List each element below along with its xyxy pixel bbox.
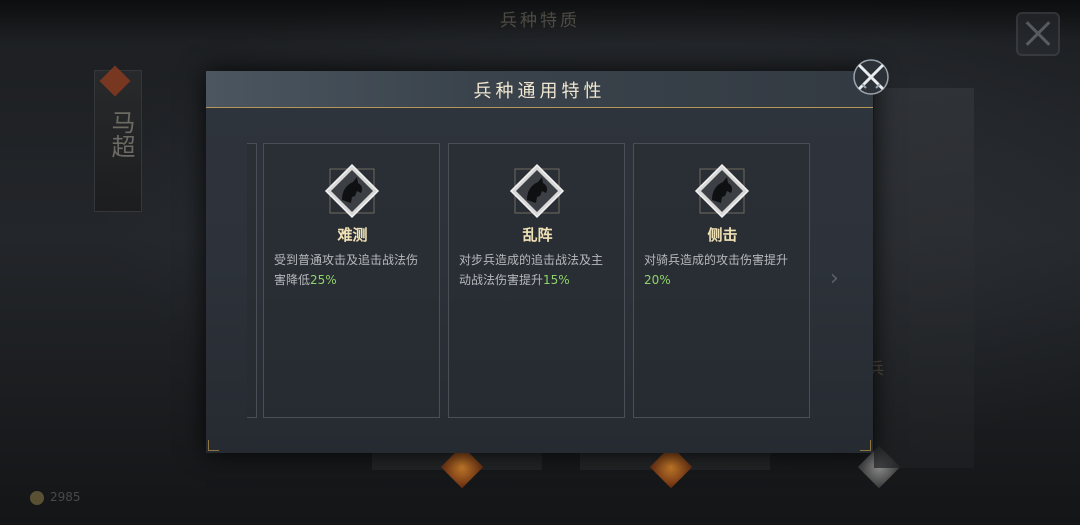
horse-icon — [694, 163, 750, 219]
trait-percent: 15% — [543, 273, 570, 287]
corner-ornament — [208, 440, 219, 451]
trait-percent: 20% — [644, 273, 671, 287]
trait-card[interactable]: 乱阵 对步兵造成的追击战法及主 动战法伤害提升15% — [448, 143, 625, 418]
background-coins: 2985 — [30, 490, 81, 505]
modal-header: 兵种通用特性 — [206, 71, 873, 108]
modal-title: 兵种通用特性 — [473, 81, 606, 102]
background-title: 兵种特质 — [500, 11, 580, 31]
coin-count: 2985 — [50, 490, 81, 504]
horse-icon — [509, 163, 565, 219]
close-button[interactable] — [852, 58, 890, 96]
trait-description: 对步兵造成的追击战法及主 动战法伤害提升15% — [459, 250, 621, 290]
trait-desc-line: 害降低 — [274, 273, 311, 287]
trait-desc-line: 对步兵造成的追击战法及主 — [459, 253, 604, 267]
trait-name: 难测 — [337, 226, 368, 244]
background-close-icon — [1016, 12, 1060, 56]
trait-card[interactable]: 侧击 对骑兵造成的攻击伤害提升 20% — [633, 143, 810, 418]
background-banner-text: 马超 — [107, 110, 135, 158]
trait-name: 乱阵 — [522, 226, 553, 244]
coin-icon — [30, 490, 44, 505]
trait-card-partial — [247, 143, 257, 418]
background-unit-card — [874, 88, 974, 468]
corner-ornament — [860, 440, 871, 451]
trait-card[interactable]: 难测 受到普通攻击及追击战法伤 害降低25% — [263, 143, 440, 418]
horse-icon — [324, 163, 380, 219]
trait-description: 对骑兵造成的攻击伤害提升 20% — [644, 250, 806, 290]
trait-name: 侧击 — [707, 226, 738, 244]
trait-percent: 25% — [310, 273, 337, 287]
trait-desc-line: 受到普通攻击及追击战法伤 — [274, 253, 419, 267]
next-arrow-icon[interactable]: › — [830, 266, 839, 291]
trait-description: 受到普通攻击及追击战法伤 害降低25% — [274, 250, 436, 290]
trait-desc-line: 对骑兵造成的攻击伤害提升 — [644, 253, 789, 267]
trait-desc-line: 动战法伤害提升 — [459, 273, 544, 287]
